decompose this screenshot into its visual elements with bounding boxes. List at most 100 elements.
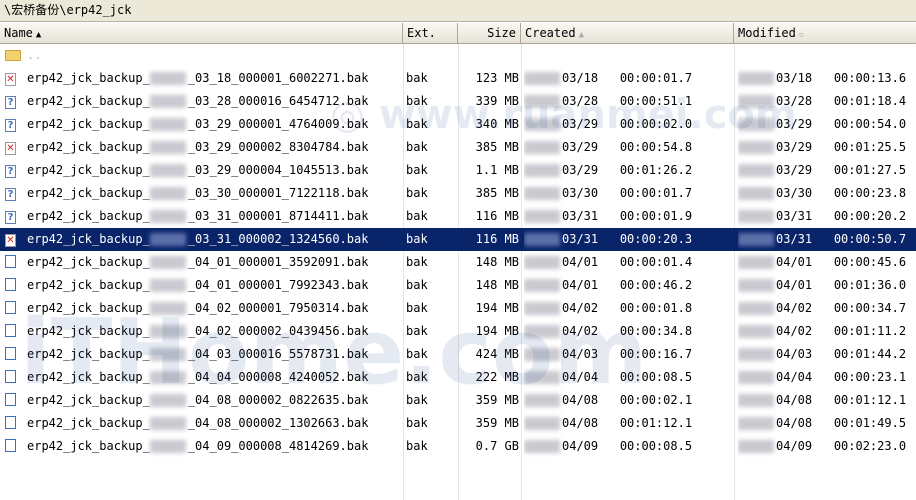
modified-datetime: 03/31 00:00:50.7	[738, 228, 916, 251]
file-row[interactable]: ? erp42_jck_backup_ _03_29_000004_1045513.…	[0, 159, 916, 182]
file-size: 0.7 GB	[475, 439, 519, 453]
file-size: 359 MB	[475, 393, 519, 407]
redacted-text	[149, 164, 186, 177]
redacted-text	[524, 417, 560, 430]
redacted-text	[149, 348, 186, 361]
redacted-text	[149, 141, 186, 154]
file-size: 424 MB	[475, 347, 519, 361]
size-column-header[interactable]: Size	[458, 23, 521, 43]
file-name: erp42_jck_backup_ _04_09_000008_4814269.b…	[27, 439, 369, 453]
modified-datetime: 03/29 00:01:25.5	[738, 136, 916, 159]
file-row[interactable]: ✕ erp42_jck_backup_ _03_18_000001_6002271.…	[0, 67, 916, 90]
redacted-text	[738, 302, 774, 315]
parent-folder-row[interactable]: ..	[0, 44, 916, 67]
file-name: erp42_jck_backup_ _03_18_000001_6002271.b…	[27, 71, 369, 85]
created-datetime: 03/31 00:00:01.9	[524, 205, 734, 228]
redacted-text	[524, 164, 560, 177]
sort-ascending-icon: ▲	[578, 30, 584, 40]
created-datetime: 04/09 00:00:08.5	[524, 435, 734, 458]
size-column-label: Size	[487, 26, 516, 40]
created-datetime: 03/28 00:00:51.1	[524, 90, 734, 113]
file-size: 148 MB	[475, 255, 519, 269]
modified-column-header[interactable]: Modified ▫	[734, 23, 916, 43]
redacted-text	[738, 348, 774, 361]
file-row[interactable]: erp42_jck_backup_ _04_03_000016_5578731.b…	[0, 343, 916, 366]
file-size: 359 MB	[475, 416, 519, 430]
file-size: 339 MB	[475, 94, 519, 108]
file-ext: bak	[406, 186, 428, 200]
file-ext: bak	[406, 439, 428, 453]
file-name: erp42_jck_backup_ _04_04_000008_4240052.b…	[27, 370, 369, 384]
created-datetime: 03/30 00:00:01.7	[524, 182, 734, 205]
created-column-header[interactable]: Created ▲	[521, 23, 734, 43]
unknown-file-icon: ?	[5, 165, 16, 178]
redacted-text	[149, 95, 186, 108]
redacted-text	[524, 440, 560, 453]
file-size: 222 MB	[475, 370, 519, 384]
created-column-label: Created	[525, 26, 576, 40]
file-row[interactable]: erp42_jck_backup_ _04_02_000001_7950314.b…	[0, 297, 916, 320]
file-name: erp42_jck_backup_ _04_01_000001_7992343.b…	[27, 278, 369, 292]
file-size: 340 MB	[475, 117, 519, 131]
file-name: erp42_jck_backup_ _03_28_000016_6454712.b…	[27, 94, 369, 108]
file-row[interactable]: erp42_jck_backup_ _04_04_000008_4240052.b…	[0, 366, 916, 389]
redacted-text	[524, 394, 560, 407]
file-row[interactable]: erp42_jck_backup_ _04_09_000008_4814269.b…	[0, 435, 916, 458]
document-icon	[5, 370, 16, 383]
file-name: erp42_jck_backup_ _04_01_000001_3592091.b…	[27, 255, 369, 269]
file-ext: bak	[406, 232, 428, 246]
file-ext: bak	[406, 255, 428, 269]
redacted-text	[738, 394, 774, 407]
name-column-label: Name	[4, 26, 33, 40]
redacted-text	[738, 118, 774, 131]
file-row[interactable]: erp42_jck_backup_ _04_08_000002_1302663.b…	[0, 412, 916, 435]
column-header: Name ▲ Ext. Size Created ▲ Modified ▫	[0, 23, 916, 44]
redacted-text	[524, 371, 560, 384]
file-row[interactable]: ? erp42_jck_backup_ _03_30_000001_7122118.…	[0, 182, 916, 205]
file-row[interactable]: erp42_jck_backup_ _04_02_000002_0439456.b…	[0, 320, 916, 343]
redacted-text	[524, 118, 560, 131]
file-ext: bak	[406, 94, 428, 108]
file-row[interactable]: ✕ erp42_jck_backup_ _03_31_000002_1324560.…	[0, 228, 916, 251]
file-row[interactable]: ? erp42_jck_backup_ _03_29_000001_4764009.…	[0, 113, 916, 136]
file-row[interactable]: ? erp42_jck_backup_ _03_31_000001_8714411.…	[0, 205, 916, 228]
file-ext: bak	[406, 301, 428, 315]
file-name: erp42_jck_backup_ _03_31_000001_8714411.b…	[27, 209, 369, 223]
redacted-text	[149, 371, 186, 384]
file-ext: bak	[406, 324, 428, 338]
redacted-text	[149, 440, 186, 453]
unknown-file-icon: ?	[5, 96, 16, 109]
file-row[interactable]: erp42_jck_backup_ _04_08_000002_0822635.b…	[0, 389, 916, 412]
file-ext: bak	[406, 140, 428, 154]
document-icon	[5, 347, 16, 360]
file-size: 385 MB	[475, 140, 519, 154]
file-name: erp42_jck_backup_ _03_30_000001_7122118.b…	[27, 186, 369, 200]
file-row[interactable]: erp42_jck_backup_ _04_01_000001_3592091.b…	[0, 251, 916, 274]
created-datetime: 04/03 00:00:16.7	[524, 343, 734, 366]
ext-column-header[interactable]: Ext.	[403, 23, 458, 43]
redacted-text	[524, 325, 560, 338]
file-ext: bak	[406, 117, 428, 131]
name-column-header[interactable]: Name ▲	[0, 23, 403, 43]
redacted-text	[149, 233, 186, 246]
created-datetime: 04/02 00:00:34.8	[524, 320, 734, 343]
file-ext: bak	[406, 71, 428, 85]
redacted-text	[149, 210, 186, 223]
file-ext: bak	[406, 370, 428, 384]
file-row[interactable]: erp42_jck_backup_ _04_01_000001_7992343.b…	[0, 274, 916, 297]
missing-file-icon: ✕	[5, 73, 16, 86]
redacted-text	[149, 394, 186, 407]
unknown-file-icon: ?	[5, 211, 16, 224]
modified-datetime: 04/02 00:00:34.7	[738, 297, 916, 320]
file-name: erp42_jck_backup_ _03_31_000002_1324560.b…	[27, 232, 369, 246]
missing-file-icon: ✕	[5, 234, 16, 247]
file-row[interactable]: ✕ erp42_jck_backup_ _03_29_000002_8304784.…	[0, 136, 916, 159]
redacted-text	[738, 371, 774, 384]
document-icon	[5, 393, 16, 406]
file-row[interactable]: ? erp42_jck_backup_ _03_28_000016_6454712.…	[0, 90, 916, 113]
sort-icon: ▫	[798, 30, 805, 40]
modified-datetime: 03/29 00:00:54.0	[738, 113, 916, 136]
redacted-text	[524, 302, 560, 315]
created-datetime: 03/29 00:00:02.0	[524, 113, 734, 136]
file-name: erp42_jck_backup_ _03_29_000001_4764009.b…	[27, 117, 369, 131]
